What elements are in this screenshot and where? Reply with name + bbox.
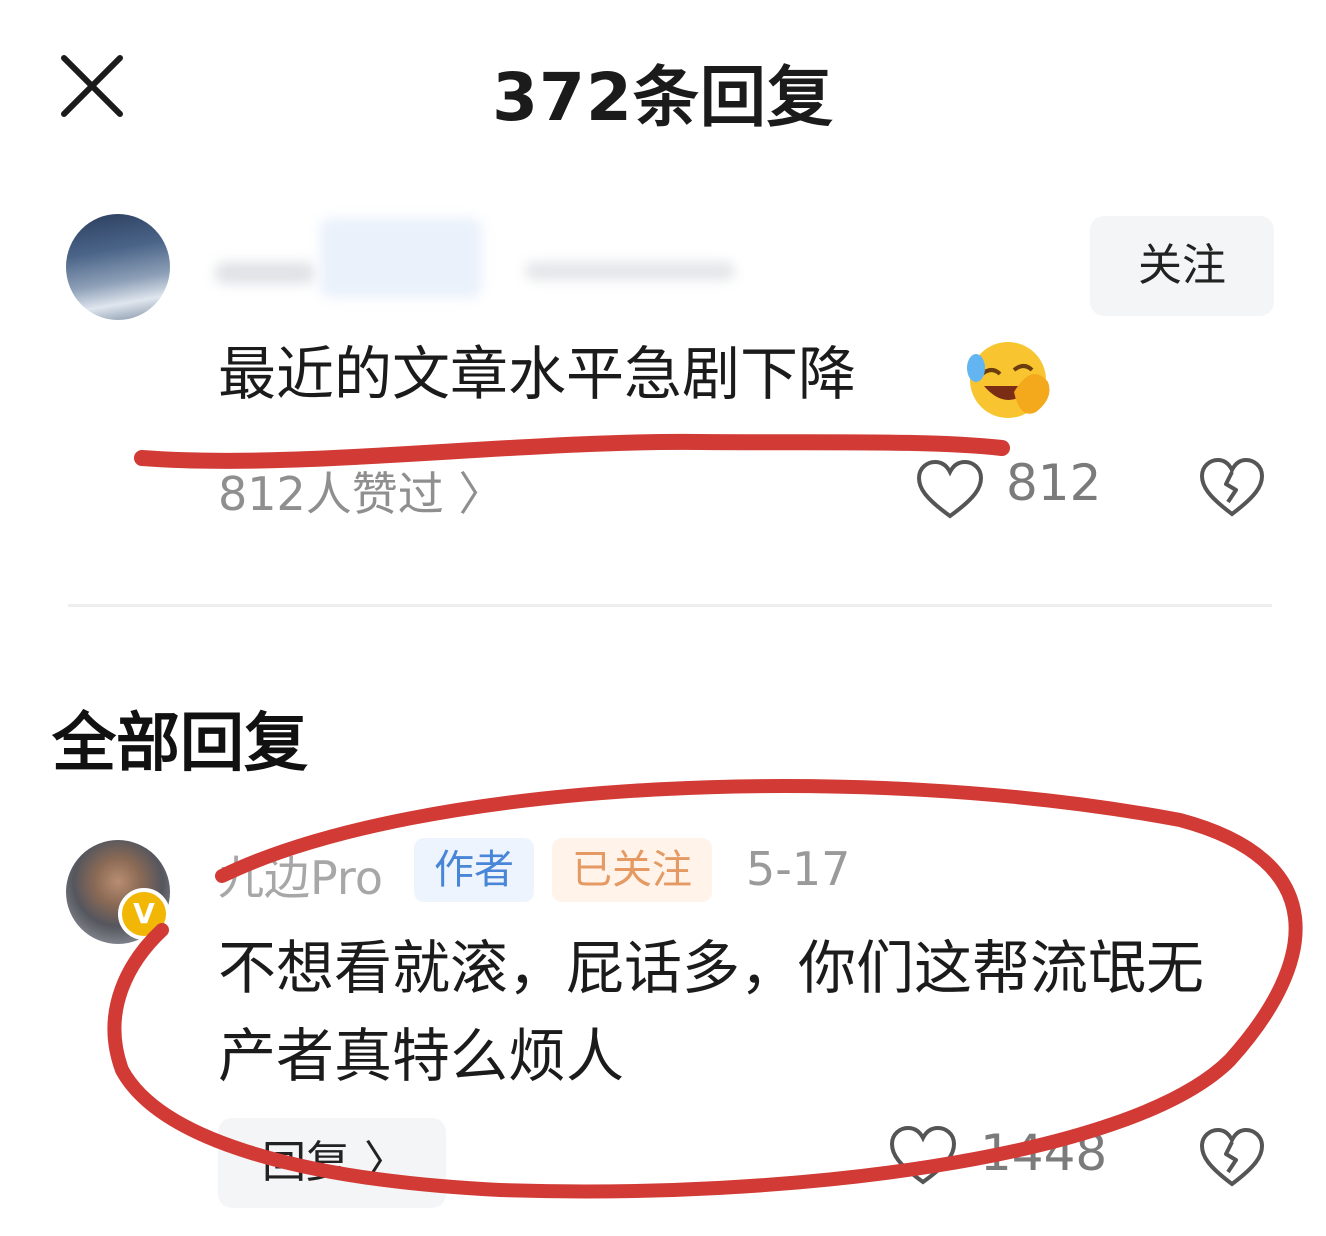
laughing-crying-emoji-icon <box>967 342 1050 418</box>
author-tag: 作者 <box>414 838 534 902</box>
verified-badge-icon: V <box>118 888 170 940</box>
likes-link[interactable]: 812人赞过 〉 <box>218 458 504 524</box>
reply-text: 不想看就滚，屁话多，你们这帮流氓无产者真特么烦人 <box>218 934 1205 1090</box>
section-title: 全部回复 <box>52 707 308 781</box>
redacted-date <box>525 262 735 280</box>
follow-button[interactable]: 关注 <box>1090 216 1274 316</box>
broken-heart-icon[interactable] <box>1198 456 1266 520</box>
reply-date: 5-17 <box>746 842 851 896</box>
heart-icon[interactable] <box>915 458 985 522</box>
page-title: 372条回复 <box>492 59 834 136</box>
redacted-username <box>320 218 482 298</box>
author-name[interactable]: 九边Pro <box>218 842 383 908</box>
comment-text: 最近的文章水平急剧下降 <box>218 340 857 408</box>
like-count: 1448 <box>980 1124 1108 1182</box>
avatar[interactable] <box>66 214 170 320</box>
divider <box>68 604 1272 607</box>
redacted-username <box>215 262 315 284</box>
broken-heart-icon[interactable] <box>1198 1126 1266 1190</box>
heart-icon[interactable] <box>888 1124 958 1188</box>
reply-button-label: 回复 〉 <box>262 1137 408 1188</box>
reply-button[interactable]: 回复 〉 <box>218 1118 446 1208</box>
followed-tag: 已关注 <box>552 838 712 902</box>
like-count: 812 <box>1006 454 1102 512</box>
